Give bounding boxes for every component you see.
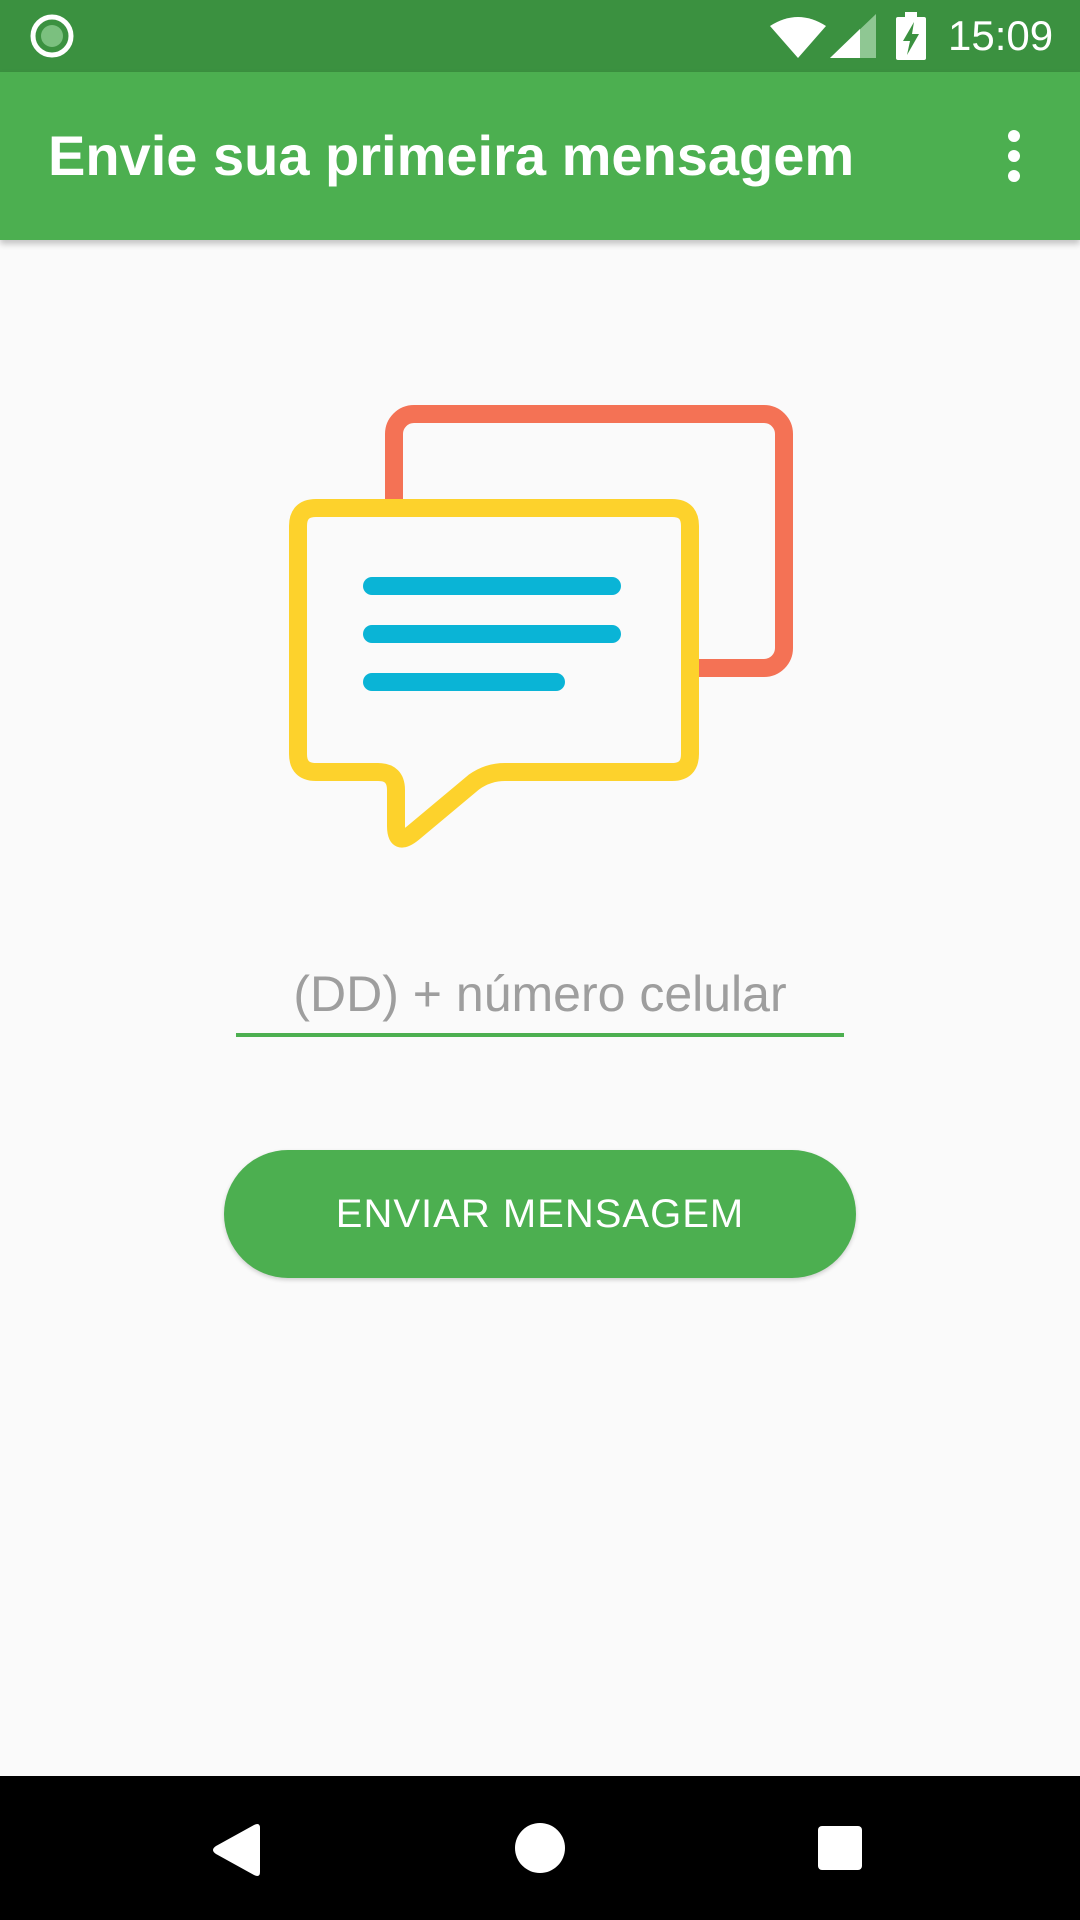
cell-signal-icon (830, 14, 876, 58)
wifi-icon (770, 17, 826, 58)
home-icon[interactable] (514, 1822, 566, 1874)
chat-bubbles-icon (289, 405, 793, 848)
more-vert-icon[interactable] (990, 126, 1038, 186)
app-bar: Envie sua primeira mensagem (0, 72, 1080, 240)
status-time: 15:09 (948, 12, 1054, 59)
send-message-button[interactable]: ENVIAR MENSAGEM (224, 1150, 856, 1278)
app-title: Envie sua primeira mensagem (48, 124, 855, 187)
recents-icon[interactable] (816, 1824, 864, 1872)
phone-number-input[interactable] (236, 955, 844, 1037)
status-bar: 15:09 (0, 0, 1080, 72)
battery-charging-icon (896, 12, 926, 60)
notification-dot-icon (30, 14, 74, 58)
back-icon[interactable] (210, 1822, 266, 1878)
